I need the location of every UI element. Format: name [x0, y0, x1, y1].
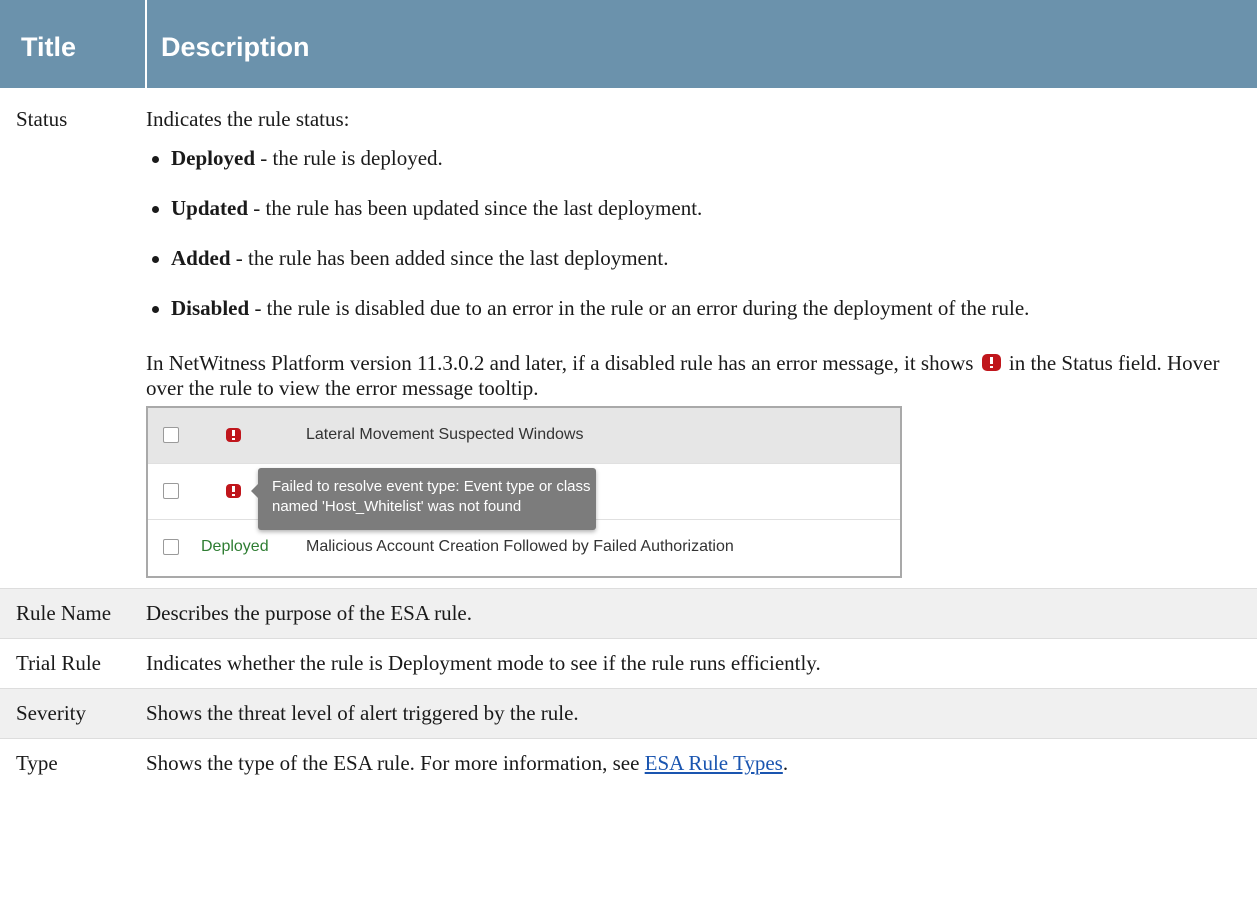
row-title: Type	[0, 738, 146, 788]
status-text: - the rule is deployed.	[255, 146, 443, 170]
error-icon	[981, 354, 1001, 371]
rule-name[interactable]: Malicious Account Creation Followed by F…	[306, 538, 734, 556]
row-description: Describes the purpose of the ESA rule.	[146, 588, 1257, 639]
error-tooltip: Failed to resolve event type: Event type…	[251, 468, 596, 530]
error-note: In NetWitness Platform version 11.3.0.2 …	[146, 351, 1237, 401]
row-title: Rule Name	[0, 588, 146, 639]
status-text: - the rule is disabled due to an error i…	[249, 296, 1030, 320]
list-item: Lateral Movement Suspected Windows	[148, 408, 900, 464]
header-description: Description	[145, 0, 1257, 88]
header-title: Title	[0, 0, 146, 88]
error-icon[interactable]	[226, 484, 241, 498]
row-description: Shows the threat level of alert triggere…	[146, 688, 1257, 739]
status-text: - the rule has been updated since the la…	[248, 196, 703, 220]
status-list-item: Disabled - the rule is disabled due to a…	[146, 291, 1237, 325]
status-term: Disabled	[171, 296, 250, 320]
type-text-end: .	[782, 751, 789, 775]
row-checkbox[interactable]	[163, 539, 179, 555]
status-list-item: Updated - the rule has been updated sinc…	[146, 191, 1237, 225]
status-intro: Indicates the rule status:	[146, 107, 350, 131]
row-title: Severity	[0, 688, 146, 739]
rule-name[interactable]: Lateral Movement Suspected Windows	[306, 426, 583, 444]
status-term: Deployed	[171, 146, 255, 170]
status-list-item: Added - the rule has been added since th…	[146, 241, 1237, 275]
row-description: Indicates whether the rule is Deployment…	[146, 638, 1257, 689]
row-title: Trial Rule	[0, 638, 146, 689]
rule-columns-table: Title Description Status Indicates the r…	[0, 0, 1257, 788]
status-text: - the rule has been added since the last…	[230, 246, 669, 270]
status-list-item: Deployed - the rule is deployed.	[146, 141, 1237, 175]
note-text: In NetWitness Platform version 11.3.0.2 …	[146, 351, 979, 375]
table-row: Severity Shows the threat level of alert…	[0, 688, 1257, 739]
row-checkbox[interactable]	[163, 483, 179, 499]
table-header-row: Title Description	[0, 0, 1257, 88]
table-row: Trial Rule Indicates whether the rule is…	[0, 638, 1257, 689]
status-deployed: Deployed	[201, 538, 269, 555]
type-text: Shows the type of the ESA rule. For more…	[146, 751, 645, 775]
row-description: Indicates the rule status: Deployed - th…	[146, 88, 1257, 589]
row-title: Status	[16, 107, 68, 131]
status-term: Updated	[171, 196, 249, 220]
status-term: Added	[171, 246, 231, 270]
table-row: Rule Name Describes the purpose of the E…	[0, 588, 1257, 639]
table-row-type: Type Shows the type of the ESA rule. For…	[0, 738, 1257, 788]
row-checkbox[interactable]	[163, 427, 179, 443]
error-icon	[226, 428, 241, 442]
rules-list-screenshot: Lateral Movement Suspected Windows Deplo…	[146, 406, 902, 578]
table-row-status: Status Indicates the rule status: Deploy…	[0, 88, 1257, 589]
row-description: Shows the type of the ESA rule. For more…	[146, 738, 1257, 788]
esa-rule-types-link[interactable]: ESA Rule Types	[645, 751, 783, 775]
status-list: Deployed - the rule is deployed. Updated…	[146, 141, 1237, 325]
